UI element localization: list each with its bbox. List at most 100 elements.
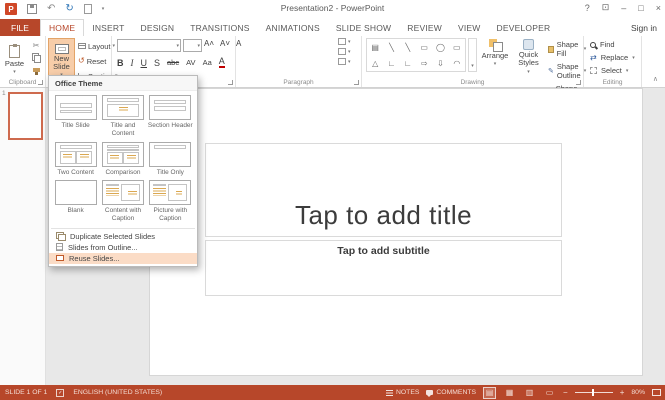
layout-blank[interactable]: Blank <box>52 177 99 224</box>
cut-button[interactable]: ✂ <box>30 40 42 50</box>
tab-animations[interactable]: ANIMATIONS <box>258 19 328 36</box>
text-shadow-button[interactable]: S <box>154 58 160 68</box>
slide-indicator[interactable]: SLIDE 1 OF 1 <box>5 389 47 396</box>
tab-file[interactable]: FILE <box>0 19 40 36</box>
shape-arrow-line-icon[interactable]: ╲ <box>405 43 410 52</box>
align-text-button[interactable]: ▾ <box>338 48 351 55</box>
shape-arc-icon[interactable]: ◠ <box>453 59 460 68</box>
tab-insert[interactable]: INSERT <box>84 19 132 36</box>
shape-fill-icon <box>548 45 554 53</box>
menu-item-duplicate-selected-slides[interactable]: Duplicate Selected Slides <box>49 231 197 242</box>
change-case-button[interactable]: Aa <box>203 58 212 67</box>
select-button[interactable]: Select ▾ <box>590 66 635 75</box>
tab-view[interactable]: VIEW <box>450 19 489 36</box>
shapes-gallery-more-button[interactable]: ▾ <box>468 38 477 72</box>
normal-view-button[interactable]: ▤ <box>483 386 497 399</box>
strikethrough-button[interactable]: abc <box>167 58 179 67</box>
layout-picture-with-caption[interactable]: Picture with Caption <box>147 177 194 224</box>
shape-down-arrow-icon[interactable]: ⇩ <box>437 59 444 68</box>
help-button[interactable]: ? <box>585 3 590 13</box>
shape-line-icon[interactable]: ╲ <box>389 43 394 52</box>
find-button[interactable]: Find <box>590 40 635 49</box>
layout-section-header[interactable]: Section Header <box>147 92 194 139</box>
font-color-button[interactable]: A <box>218 57 225 68</box>
shape-triangle-icon[interactable]: △ <box>372 59 378 68</box>
shape-elbow-icon[interactable]: ∟ <box>388 59 396 68</box>
font-dialog-launcher[interactable] <box>228 80 233 85</box>
layout-title-only[interactable]: Title Only <box>147 139 194 178</box>
text-direction-button[interactable]: ▾ <box>338 38 351 45</box>
replace-button[interactable]: ⇄ Replace ▾ <box>590 53 635 62</box>
shape-textbox-icon[interactable]: ▤ <box>371 43 379 52</box>
tab-review[interactable]: REVIEW <box>399 19 450 36</box>
layout-picture-with-caption-thumb <box>149 180 192 206</box>
character-spacing-button[interactable]: AV <box>186 58 195 67</box>
reading-view-button[interactable]: ▥ <box>523 387 536 399</box>
slide-show-button[interactable]: ▭ <box>543 387 556 399</box>
tab-transitions[interactable]: TRANSITIONS <box>182 19 257 36</box>
tab-slide-show[interactable]: SLIDE SHOW <box>328 19 399 36</box>
slide-1-thumbnail[interactable] <box>8 92 43 140</box>
maximize-button[interactable]: □ <box>638 3 643 13</box>
zoom-slider[interactable] <box>574 389 613 396</box>
menu-item-reuse-slides[interactable]: Reuse Slides... <box>49 252 197 264</box>
font-name-combobox[interactable]: ▾ <box>117 39 181 52</box>
minimize-button[interactable]: – <box>621 3 626 13</box>
notes-button[interactable]: NOTES <box>385 389 419 396</box>
title-placeholder[interactable]: Tap to add title <box>205 143 562 237</box>
layout-label: Layout <box>88 41 111 51</box>
shape-rectangle-icon[interactable]: ▭ <box>420 43 428 52</box>
sign-in-link[interactable]: Sign in <box>631 19 665 36</box>
shapes-gallery[interactable]: ▤ ╲ ╲ ▭ ◯ ▭ △ ∟ ∟ ⇨ ⇩ ◠ <box>366 38 466 72</box>
quick-styles-button[interactable]: Quick Styles ▾ <box>512 39 545 75</box>
slide-canvas[interactable]: Tap to add title Tap to add subtitle <box>150 89 642 375</box>
layout-title-and-content[interactable]: Title and Content <box>99 92 146 139</box>
font-size-combobox[interactable]: ▾ <box>183 39 202 52</box>
reset-button[interactable]: ↺ Reset <box>78 55 106 67</box>
tab-developer[interactable]: DEVELOPER <box>489 19 559 36</box>
paragraph-dialog-launcher[interactable] <box>354 80 359 85</box>
select-icon <box>590 67 597 74</box>
layout-content-with-caption[interactable]: Content with Caption <box>99 177 146 224</box>
zoom-in-button[interactable]: + <box>620 388 625 397</box>
shape-oval-icon[interactable]: ◯ <box>436 43 445 52</box>
convert-smartart-button[interactable]: ▾ <box>338 58 351 65</box>
fit-to-window-button[interactable] <box>652 389 661 396</box>
bold-button[interactable]: B <box>117 58 124 68</box>
comments-button[interactable]: COMMENTS <box>426 389 476 397</box>
drawing-dialog-launcher[interactable] <box>576 80 581 85</box>
zoom-slider-thumb[interactable] <box>591 389 595 396</box>
language-indicator[interactable]: ENGLISH (UNITED STATES) <box>73 389 162 396</box>
layout-comparison[interactable]: Comparison <box>99 139 146 178</box>
shape-right-arrow-icon[interactable]: ⇨ <box>421 59 428 68</box>
arrange-button[interactable]: Arrange ▾ <box>480 39 510 67</box>
clipboard-dialog-launcher[interactable] <box>38 80 43 85</box>
shape-outline-button[interactable]: ✎ Shape Outline ▾ <box>548 62 586 80</box>
zoom-level[interactable]: 80% <box>631 389 645 396</box>
decrease-font-size-button[interactable]: A˅ <box>220 39 230 48</box>
format-painter-button[interactable] <box>30 65 42 75</box>
paste-button[interactable]: Paste ▾ <box>2 38 27 82</box>
menu-item-slides-from-outline[interactable]: Slides from Outline... <box>49 242 197 253</box>
slide-sorter-view-button[interactable]: ▦ <box>503 387 516 399</box>
shape-fill-button[interactable]: Shape Fill ▾ <box>548 40 586 58</box>
layout-two-content[interactable]: Two Content <box>52 139 99 178</box>
underline-button[interactable]: U <box>141 58 148 68</box>
zoom-out-button[interactable]: − <box>563 388 568 397</box>
tab-design[interactable]: DESIGN <box>132 19 182 36</box>
ribbon-display-options-icon[interactable]: ⊡ <box>602 2 610 13</box>
spell-check-icon[interactable]: ✓ <box>56 388 65 397</box>
italic-button[interactable]: I <box>131 58 134 68</box>
collapse-ribbon-button[interactable]: ∧ <box>653 75 658 83</box>
close-button[interactable]: × <box>656 3 661 13</box>
increase-font-size-button[interactable]: A˄ <box>204 39 214 48</box>
tab-home[interactable]: HOME <box>39 19 85 36</box>
subtitle-placeholder-text: Tap to add subtitle <box>337 245 430 257</box>
layout-blank-thumb <box>54 180 97 206</box>
shape-elbow-arrow-icon[interactable]: ∟ <box>404 59 412 68</box>
shape-rounded-rect-icon[interactable]: ▭ <box>453 43 461 52</box>
subtitle-placeholder[interactable]: Tap to add subtitle <box>205 240 562 296</box>
copy-button[interactable] <box>30 52 42 63</box>
layout-title-slide[interactable]: Title Slide <box>52 92 99 139</box>
layout-button[interactable]: Layout ▾ <box>78 40 115 52</box>
